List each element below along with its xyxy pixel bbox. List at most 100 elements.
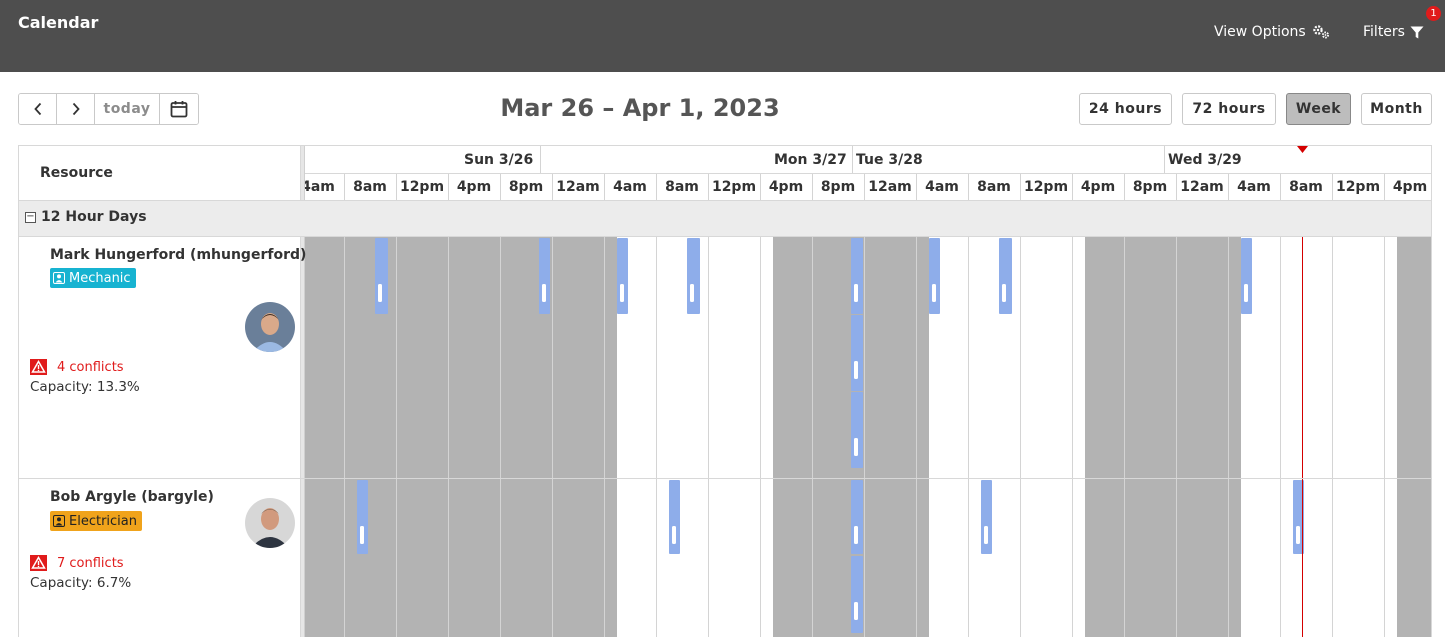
capacity-label: Capacity: 13.3%: [30, 379, 140, 395]
chevron-right-icon: [72, 102, 80, 116]
filters-label: Filters: [1363, 24, 1405, 40]
unavailable-block: [305, 237, 617, 637]
event-block: [851, 238, 863, 314]
person-icon: [53, 272, 65, 284]
view-72-hours-button[interactable]: 72 hours: [1182, 93, 1276, 125]
avatar-image: [245, 498, 295, 548]
date-range-title: Mar 26 – Apr 1, 2023: [500, 94, 780, 122]
hour-label: 12am: [1180, 179, 1224, 195]
unavailable-block: [1397, 237, 1431, 637]
avatar-image: [245, 302, 295, 352]
event-marker: [854, 361, 858, 379]
date-picker-button[interactable]: [160, 94, 198, 124]
event-marker: [984, 526, 988, 544]
hour-label: 4pm: [1393, 179, 1427, 195]
view-options-label: View Options: [1214, 24, 1306, 40]
event-marker: [854, 526, 858, 544]
hour-label: 12am: [556, 179, 600, 195]
conflicts-link[interactable]: 7 conflicts: [30, 555, 124, 571]
chevron-left-icon: [33, 102, 41, 116]
hour-label: 8am: [353, 179, 387, 195]
event-block: [539, 238, 550, 314]
hour-label: 12pm: [1024, 179, 1068, 195]
avatar: [245, 498, 295, 548]
scheduler: Sun 3/26 Mon 3/27 Tue 3/28 Wed 3/29 4am 8am 12…: [18, 145, 1432, 637]
event-block: [851, 392, 863, 468]
warning-icon: [30, 555, 47, 571]
day-label: Mon 3/27: [774, 152, 847, 168]
day-label: Wed 3/29: [1168, 152, 1242, 168]
event-marker: [854, 602, 858, 620]
event-marker: [672, 526, 676, 544]
hour-label: 12pm: [712, 179, 756, 195]
group-label: 12 Hour Days: [41, 209, 147, 225]
event-block: [999, 238, 1012, 314]
filters-count-badge: 1: [1426, 6, 1441, 21]
event-marker: [1002, 284, 1006, 302]
app-title: Calendar: [18, 13, 99, 32]
view-options-button[interactable]: View Options: [1214, 24, 1330, 40]
view-week-button[interactable]: Week: [1286, 93, 1351, 125]
row-separator: [19, 478, 1431, 479]
event-block: [851, 315, 863, 391]
event-marker: [1244, 284, 1248, 302]
filter-icon: [1410, 26, 1424, 38]
hour-label: 12am: [868, 179, 912, 195]
avatar: [245, 302, 295, 352]
collapse-toggle-icon[interactable]: −: [25, 212, 36, 223]
today-button[interactable]: today: [95, 94, 160, 124]
hour-label: 8am: [665, 179, 699, 195]
hour-label: 8pm: [821, 179, 855, 195]
conflicts-label: 7 conflicts: [57, 555, 124, 571]
hour-label: 4pm: [1081, 179, 1115, 195]
next-button[interactable]: [57, 94, 95, 124]
date-nav-group: today: [18, 93, 199, 125]
event-marker: [690, 284, 694, 302]
resource-column-header: Resource: [40, 165, 113, 181]
unavailable-block: [1085, 237, 1241, 637]
person-icon: [53, 515, 65, 527]
event-block: [929, 238, 940, 314]
hour-label: 12pm: [1336, 179, 1380, 195]
event-marker: [378, 284, 382, 302]
resource-name: Bob Argyle (bargyle): [50, 489, 214, 505]
event-marker: [542, 284, 546, 302]
calendar-icon: [170, 101, 188, 118]
hour-label: 4am: [305, 179, 335, 195]
hour-label: 8am: [1289, 179, 1323, 195]
day-label: Sun 3/26: [464, 152, 533, 168]
event-block: [617, 238, 628, 314]
hour-label: 4pm: [769, 179, 803, 195]
hour-label: 4am: [1237, 179, 1271, 195]
view-month-button[interactable]: Month: [1361, 93, 1432, 125]
day-label: Tue 3/28: [856, 152, 923, 168]
group-row: − 12 Hour Days: [19, 200, 1431, 237]
event-marker: [360, 526, 364, 544]
current-time-marker-icon: [1297, 146, 1308, 153]
hour-label: 8am: [977, 179, 1011, 195]
prev-button[interactable]: [19, 94, 57, 124]
event-marker: [854, 284, 858, 302]
hour-label: 4pm: [457, 179, 491, 195]
conflicts-link[interactable]: 4 conflicts: [30, 359, 124, 375]
event-block: [687, 238, 700, 314]
role-label: Mechanic: [69, 270, 131, 286]
capacity-label: Capacity: 6.7%: [30, 575, 132, 591]
hour-label: 4am: [925, 179, 959, 195]
event-block: [375, 238, 388, 314]
filters-button[interactable]: Filters: [1363, 24, 1424, 40]
event-marker: [854, 438, 858, 456]
conflicts-label: 4 conflicts: [57, 359, 124, 375]
warning-icon: [30, 359, 47, 375]
view-24-hours-button[interactable]: 24 hours: [1079, 93, 1172, 125]
gears-icon: [1313, 25, 1329, 39]
event-marker: [932, 284, 936, 302]
hour-label: 4am: [613, 179, 647, 195]
event-marker: [620, 284, 624, 302]
event-block: [851, 556, 863, 633]
resource-name: Mark Hungerford (mhungerford): [50, 247, 307, 263]
hour-label: 8pm: [1133, 179, 1167, 195]
role-badge: Mechanic: [50, 268, 136, 288]
hour-label: 8pm: [509, 179, 543, 195]
app-header: Calendar View Options Filters 1: [0, 0, 1445, 72]
